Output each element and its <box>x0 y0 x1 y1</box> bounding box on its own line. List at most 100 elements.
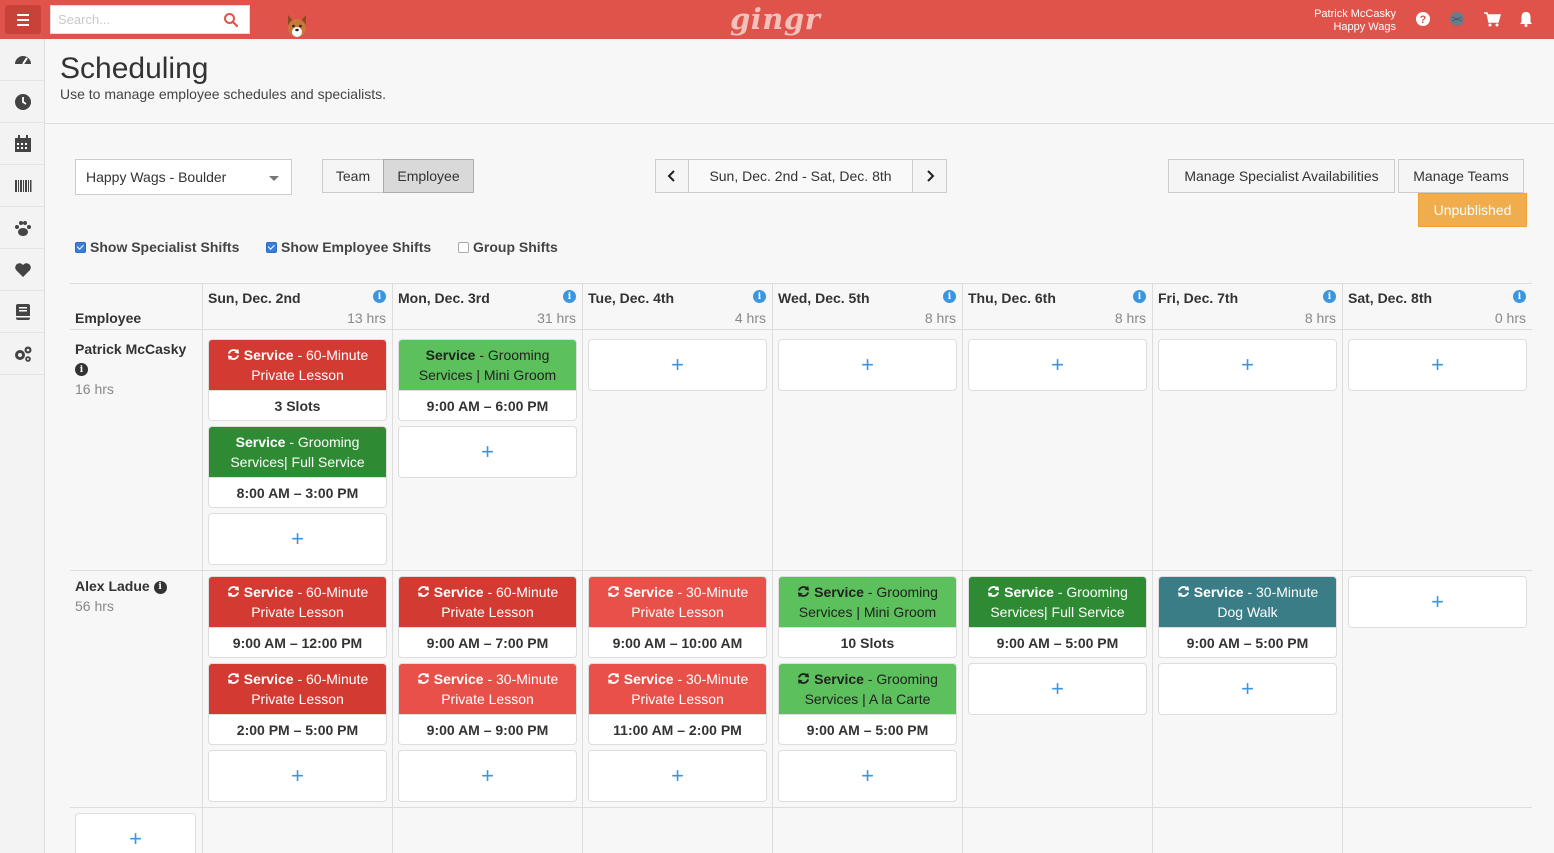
add-shift-button[interactable]: + <box>588 339 767 391</box>
service-detail: Services | A la Carte <box>804 691 931 707</box>
page-subtitle: Use to manage employee schedules and spe… <box>60 86 387 102</box>
service-label: Service <box>623 584 674 600</box>
help-icon[interactable]: ? <box>1414 10 1432 28</box>
add-shift-button[interactable]: + <box>1348 339 1527 391</box>
bell-icon[interactable] <box>1517 10 1535 28</box>
search-box[interactable] <box>50 5 250 34</box>
add-shift-button[interactable]: + <box>778 339 957 391</box>
shift-card[interactable]: Service - Grooming Services | Mini Groom… <box>778 576 957 658</box>
add-shift-button[interactable]: + <box>968 339 1147 391</box>
shift-card[interactable]: Service - Grooming Services | A la Carte… <box>778 663 957 745</box>
add-shift-button[interactable]: + <box>1348 576 1527 628</box>
info-icon[interactable]: i <box>1513 290 1526 303</box>
sidebar-item-favorites[interactable] <box>0 249 45 291</box>
add-shift-button[interactable]: + <box>208 513 387 565</box>
manage-specialists-button[interactable]: Manage Specialist Availabilities <box>1168 159 1395 193</box>
shift-card[interactable]: Service - 60-Minute Private Lesson 9:00 … <box>398 576 577 658</box>
sidebar-item-calendar[interactable] <box>0 123 45 165</box>
checkbox-checked[interactable] <box>75 241 86 253</box>
employee-info-button[interactable]: i <box>75 361 88 379</box>
shift-card[interactable]: Service - 60-Minute Private Lesson 9:00 … <box>208 576 387 658</box>
day-header-sun: Sun, Dec. 2nd i 13 hrs <box>202 284 392 328</box>
add-shift-button[interactable]: + <box>1158 339 1337 391</box>
search-input[interactable] <box>51 6 211 33</box>
shift-time: 10 Slots <box>779 627 956 657</box>
globe-icon[interactable] <box>1448 10 1466 28</box>
shift-card[interactable]: Service - 30-Minute Private Lesson 9:00 … <box>398 663 577 745</box>
sidebar-item-time-clock[interactable] <box>0 81 45 123</box>
recurring-icon <box>417 585 429 598</box>
sidebar-item-dashboard[interactable] <box>0 39 45 81</box>
checkbox-unchecked[interactable] <box>458 241 469 253</box>
location-select[interactable]: Happy Wags - Boulder <box>75 159 292 195</box>
recurring-icon <box>798 585 810 598</box>
show-specialist-checkbox[interactable]: Show Specialist Shifts <box>75 239 239 255</box>
service-type: - 30-Minute <box>483 671 559 687</box>
grid-col-line <box>202 283 203 853</box>
heart-icon <box>14 262 31 277</box>
sidebar-item-settings[interactable] <box>0 333 45 375</box>
service-type: - 60-Minute <box>293 584 369 600</box>
user-info[interactable]: Patrick McCasky Happy Wags <box>1314 8 1396 34</box>
service-detail: Services | Mini Groom <box>418 367 557 383</box>
day-name: Tue, Dec. 4th <box>588 290 675 306</box>
service-type: - 60-Minute <box>483 584 559 600</box>
day-header-sat: Sat, Dec. 8th i 0 hrs <box>1342 284 1532 328</box>
hamburger-menu-icon[interactable] <box>5 5 41 34</box>
next-week-button[interactable] <box>912 159 947 193</box>
info-icon[interactable]: i <box>943 290 956 303</box>
info-icon[interactable]: i <box>753 290 766 303</box>
shift-card[interactable]: Service - 60-Minute Private Lesson 2:00 … <box>208 663 387 745</box>
prev-week-button[interactable] <box>655 159 689 193</box>
info-icon[interactable]: i <box>563 290 576 303</box>
shift-card[interactable]: Service - Grooming Services| Full Servic… <box>968 576 1147 658</box>
group-shifts-checkbox[interactable]: Group Shifts <box>458 239 558 255</box>
grid-row-line <box>70 570 1532 571</box>
employee-name: Patrick McCasky <box>75 341 187 357</box>
add-shift-button[interactable]: + <box>1158 663 1337 715</box>
day-hours: 31 hrs <box>537 310 576 326</box>
business-name: Happy Wags <box>1333 21 1396 33</box>
shift-card[interactable]: Service - 30-Minute Private Lesson 9:00 … <box>588 576 767 658</box>
cart-icon[interactable] <box>1483 10 1501 28</box>
add-shift-button[interactable]: + <box>588 750 767 802</box>
info-icon[interactable]: i <box>153 580 167 594</box>
info-icon[interactable]: i <box>373 290 386 303</box>
shift-card[interactable]: Service - Grooming Services| Full Servic… <box>208 426 387 508</box>
shift-card[interactable]: Service - 30-Minute Dog Walk 9:00 AM – 5… <box>1158 576 1337 658</box>
team-view-button[interactable]: Team <box>322 159 384 193</box>
barcode-icon <box>14 179 31 192</box>
add-shift-button[interactable]: + <box>398 750 577 802</box>
shift-card[interactable]: Service - Grooming Services | Mini Groom… <box>398 339 577 421</box>
manage-teams-button[interactable]: Manage Teams <box>1398 159 1524 193</box>
shift-time: 9:00 AM – 7:00 PM <box>399 627 576 657</box>
shift-time: 9:00 AM – 6:00 PM <box>399 390 576 420</box>
add-employee-button[interactable]: + <box>75 813 196 853</box>
employee-hours: 16 hrs <box>75 381 114 397</box>
grid-col-line <box>1342 283 1343 853</box>
sidebar-item-barcode[interactable] <box>0 165 45 207</box>
shift-card[interactable]: Service - 30-Minute Private Lesson 11:00… <box>588 663 767 745</box>
show-employee-checkbox[interactable]: Show Employee Shifts <box>266 239 431 255</box>
info-icon[interactable]: i <box>1323 290 1336 303</box>
day-hours: 0 hrs <box>1494 310 1526 326</box>
date-range-button[interactable]: Sun, Dec. 2nd - Sat, Dec. 8th <box>688 159 913 193</box>
sidebar-item-pets[interactable] <box>0 207 45 249</box>
service-label: Service <box>1193 584 1244 600</box>
info-icon[interactable]: i <box>1133 290 1146 303</box>
add-shift-button[interactable]: + <box>208 750 387 802</box>
add-shift-button[interactable]: + <box>778 750 957 802</box>
sidebar-item-reports[interactable] <box>0 291 45 333</box>
employee-hours: 56 hrs <box>75 598 114 614</box>
unpublished-button[interactable]: Unpublished <box>1418 193 1527 227</box>
checkbox-checked[interactable] <box>266 241 277 253</box>
service-detail: Private Lesson <box>251 604 344 620</box>
recurring-icon <box>607 672 619 685</box>
add-shift-button[interactable]: + <box>398 426 577 478</box>
employee-view-button[interactable]: Employee <box>383 159 474 193</box>
grid-col-line <box>1152 283 1153 853</box>
search-icon[interactable] <box>223 12 239 28</box>
shift-card[interactable]: Service - 60-Minute Private Lesson 3 Slo… <box>208 339 387 421</box>
add-shift-button[interactable]: + <box>968 663 1147 715</box>
day-hours: 8 hrs <box>924 310 956 326</box>
